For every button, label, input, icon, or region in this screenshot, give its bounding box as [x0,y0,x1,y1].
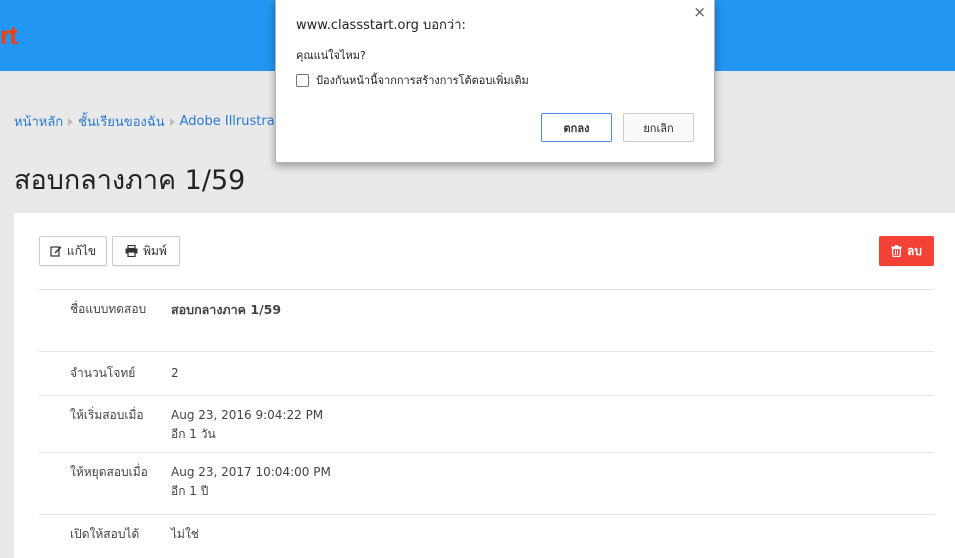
end-relative: อีก 1 ปี [171,484,209,498]
checkbox-box[interactable] [296,73,309,87]
row-value: Aug 23, 2017 10:04:00 PM อีก 1 ปี [171,463,331,514]
table-row: ชื่อแบบทดสอบ สอบกลางภาค 1/59 [39,289,934,351]
checkbox-label: ป้องกันหน้านี้จากการสร้างการโต้ตอบเพิ่มเ… [316,74,529,87]
edit-icon [50,246,62,257]
quiz-detail-panel: แก้ไข พิมพ์ ลบ ชื่อแบบทดสอบ สอบกลางภาค 1… [14,213,955,558]
breadcrumb: หน้าหลัก ชั้นเรียนของฉัน Adobe Illrustra… [14,111,293,132]
confirm-dialog: www.classstart.org บอกว่า: × คุณแน่ใจไหม… [275,0,715,163]
breadcrumb-home-link[interactable]: หน้าหลัก [14,111,63,132]
print-icon [125,245,138,257]
close-icon[interactable]: × [693,3,706,21]
end-datetime: Aug 23, 2017 10:04:00 PM [171,465,331,479]
table-row: ให้หยุดสอบเมื่อ Aug 23, 2017 10:04:00 PM… [39,452,934,514]
breadcrumb-my-classes-link[interactable]: ชั้นเรียนของฉัน [78,111,164,132]
cancel-button[interactable]: ยกเลิก [623,113,694,142]
start-relative: อีก 1 วัน [171,427,216,441]
row-label: เปิดให้สอบได้ [70,527,140,541]
dialog-title: www.classstart.org บอกว่า: [296,18,466,33]
table-row: เปิดให้สอบได้ ไม่ใช่ [39,514,934,554]
row-value: 2 [171,366,179,380]
print-button-label: พิมพ์ [143,243,167,258]
ok-button[interactable]: ตกลง [541,113,612,142]
edit-button[interactable]: แก้ไข [39,236,107,266]
row-label: ให้เริ่มสอบเมื่อ [70,408,144,422]
row-label: จำนวนโจทย์ [70,366,136,380]
edit-button-label: แก้ไข [66,243,97,258]
prevent-dialogs-checkbox[interactable]: ป้องกันหน้านี้จากการสร้างการโต้ตอบเพิ่มเ… [296,71,529,89]
trash-icon [891,245,902,257]
brand-logo[interactable]: rt [0,20,30,51]
delete-button[interactable]: ลบ [879,236,934,266]
start-datetime: Aug 23, 2016 9:04:22 PM [171,408,324,422]
table-row: ให้เริ่มสอบเมื่อ Aug 23, 2016 9:04:22 PM… [39,395,934,452]
table-row: จำนวนโจทย์ 2 [39,351,934,395]
chevron-right-icon [169,117,175,126]
quiz-name-value: สอบกลางภาค 1/59 [171,302,282,317]
row-label: ให้หยุดสอบเมื่อ [70,465,148,479]
delete-button-label: ลบ [907,243,922,258]
page-title: สอบกลางภาค 1/59 [14,165,246,196]
row-value: สอบกลางภาค 1/59 [171,300,281,351]
row-value: ไม่ใช่ [171,527,199,541]
quiz-detail-table: ชื่อแบบทดสอบ สอบกลางภาค 1/59 จำนวนโจทย์ … [39,289,934,554]
print-button[interactable]: พิมพ์ [112,236,180,266]
row-value: Aug 23, 2016 9:04:22 PM อีก 1 วัน [171,406,323,452]
dialog-message: คุณแน่ใจไหม? [296,49,366,62]
row-label: ชื่อแบบทดสอบ [70,302,147,316]
chevron-right-icon [68,117,74,126]
